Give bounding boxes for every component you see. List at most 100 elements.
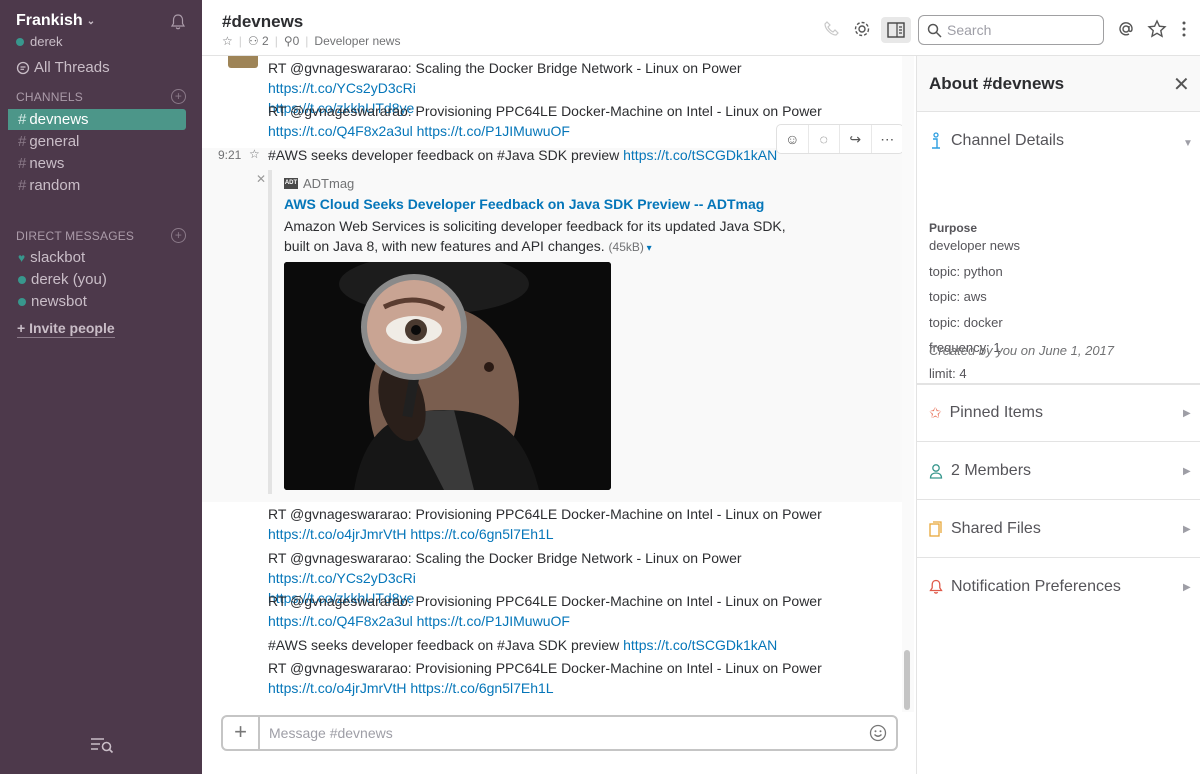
sidebar-item-general[interactable]: # general xyxy=(8,131,186,152)
team-menu[interactable]: Frankish ⌄ xyxy=(16,12,95,30)
message[interactable]: RT @gvnageswararao: Provisioning PPC64LE… xyxy=(268,591,888,631)
magnifying-glass-photo xyxy=(284,262,611,490)
scrollbar-thumb[interactable] xyxy=(904,650,910,710)
attach-file-button[interactable]: + xyxy=(223,717,260,749)
person-icon: ⚇ xyxy=(247,34,259,48)
message-link[interactable]: https://t.co/P1JIMuwuOF xyxy=(417,613,570,629)
notification-section[interactable]: Notification Preferences ▶ xyxy=(917,558,1200,616)
attachment-title[interactable]: AWS Cloud Seeks Developer Feedback on Ja… xyxy=(284,196,764,212)
sidebar: Frankish ⌄ derek All Threads CHANNELS + … xyxy=(0,0,202,774)
message-composer[interactable]: + Message #devnews xyxy=(221,715,898,751)
search-input[interactable]: Search xyxy=(918,15,1104,45)
chevron-down-icon: ⌄ xyxy=(86,15,96,27)
pinned-count[interactable]: ⚲0 xyxy=(284,34,299,48)
channel-label: devnews xyxy=(29,111,89,128)
channel-details-toggle[interactable] xyxy=(881,17,911,43)
message-link[interactable]: https://t.co/YCs2yD3cRi xyxy=(268,570,416,586)
sidebar-item-random[interactable]: # random xyxy=(8,175,186,196)
attachment-image[interactable] xyxy=(284,262,611,490)
scrollbar-track[interactable] xyxy=(902,56,914,712)
star-icon[interactable]: ☆ xyxy=(222,34,233,48)
dm-item-newsbot[interactable]: newsbot xyxy=(18,293,87,310)
add-channel-icon[interactable]: + xyxy=(171,89,186,104)
message-link[interactable]: https://t.co/Q4F8x2a3ul xyxy=(268,613,413,629)
chevron-right-icon[interactable]: ▶ xyxy=(1183,582,1191,593)
topic-line: topic: docker xyxy=(929,315,1003,330)
message[interactable]: #AWS seeks developer feedback on #Java S… xyxy=(268,145,888,165)
member-count[interactable]: ⚇ 2 xyxy=(248,34,269,48)
message-link[interactable]: https://t.co/YCs2yD3cRi xyxy=(268,80,416,96)
avatar[interactable] xyxy=(228,56,258,68)
mentions-icon[interactable] xyxy=(1116,19,1136,39)
message-link[interactable]: https://t.co/o4jrJmrVtH xyxy=(268,526,406,542)
channel-topic[interactable]: Developer news xyxy=(314,34,400,48)
divider: | xyxy=(238,34,242,48)
close-icon[interactable]: ✕ xyxy=(1173,72,1190,97)
message[interactable]: #AWS seeks developer feedback on #Java S… xyxy=(268,635,888,655)
team-name: Frankish xyxy=(16,12,83,29)
dm-header[interactable]: DIRECT MESSAGES + xyxy=(16,228,186,243)
attachment-service: ADT ADTmag xyxy=(284,176,354,191)
person-icon xyxy=(929,464,943,479)
message-timestamp[interactable]: 9:21 xyxy=(218,148,241,162)
message-text: RT @gvnageswararao: Scaling the Docker B… xyxy=(268,60,742,76)
section-label: Notification Preferences xyxy=(951,578,1121,595)
invite-people-link[interactable]: + Invite people xyxy=(17,320,115,338)
purpose-label: Purpose xyxy=(929,221,978,235)
divider: | xyxy=(274,34,278,48)
close-icon[interactable]: ✕ xyxy=(256,172,266,186)
star-icon[interactable] xyxy=(1147,19,1167,39)
chevron-right-icon[interactable]: ▶ xyxy=(1183,524,1191,535)
quick-switcher-icon[interactable] xyxy=(90,736,114,754)
message-list[interactable]: RT @gvnageswararao: Scaling the Docker B… xyxy=(202,56,916,706)
attachment-size: (45kB) xyxy=(608,240,644,254)
more-vertical-icon[interactable] xyxy=(1174,19,1194,39)
phone-icon[interactable] xyxy=(822,19,842,39)
adtmag-logo-icon: ADT xyxy=(284,178,298,189)
message-text: RT @gvnageswararao: Scaling the Docker B… xyxy=(268,550,742,566)
message-link[interactable]: https://t.co/Q4F8x2a3ul xyxy=(268,123,413,139)
message-link[interactable]: https://t.co/tSCGDk1kAN xyxy=(623,637,777,653)
message-link[interactable]: https://t.co/6gn5l7Eh1L xyxy=(410,526,553,542)
channel-meta: ☆ | ⚇ 2 | ⚲0 | Developer news xyxy=(222,34,400,48)
emoji-icon[interactable] xyxy=(869,724,887,742)
all-threads-link[interactable]: All Threads xyxy=(16,59,110,76)
members-section[interactable]: 2 Members ▶ xyxy=(917,442,1200,500)
chevron-down-icon[interactable]: ▼ xyxy=(1183,138,1193,149)
pinned-items-toggle[interactable]: ✩ Pinned Items xyxy=(929,404,1043,422)
shared-files-section[interactable]: Shared Files ▶ xyxy=(917,500,1200,558)
message[interactable]: RT @gvnageswararao: Provisioning PPC64LE… xyxy=(268,504,888,544)
channel-title[interactable]: #devnews xyxy=(222,12,303,32)
dm-item-derek[interactable]: derek (you) xyxy=(18,271,107,288)
hash-icon: # xyxy=(18,155,27,172)
hash-icon: # xyxy=(18,177,27,194)
channel-details-toggle[interactable]: Channel Details xyxy=(929,132,1064,150)
chevron-right-icon[interactable]: ▶ xyxy=(1183,408,1191,419)
collapse-toggle-icon[interactable]: ▾ xyxy=(644,243,652,254)
message-link[interactable]: https://t.co/P1JIMuwuOF xyxy=(417,123,570,139)
chevron-right-icon[interactable]: ▶ xyxy=(1183,466,1191,477)
sidebar-item-devnews[interactable]: # devnews xyxy=(8,109,186,130)
star-message-icon[interactable]: ☆ xyxy=(249,147,260,161)
topic-line: limit: 4 xyxy=(929,366,967,381)
notification-toggle[interactable]: Notification Preferences xyxy=(929,578,1121,596)
message-text: #AWS seeks developer feedback on #Java S… xyxy=(268,637,624,653)
message-link[interactable]: https://t.co/6gn5l7Eh1L xyxy=(410,680,553,696)
bell-icon[interactable] xyxy=(170,14,186,31)
shared-files-toggle[interactable]: Shared Files xyxy=(929,520,1041,538)
message-link[interactable]: https://t.co/tSCGDk1kAN xyxy=(623,147,777,163)
panel-title: About #devnews xyxy=(929,74,1065,93)
search-placeholder: Search xyxy=(947,22,992,38)
sidebar-item-news[interactable]: # news xyxy=(8,153,186,174)
dm-item-slackbot[interactable]: ♥ slackbot xyxy=(18,249,85,266)
channels-header[interactable]: CHANNELS + xyxy=(16,89,186,104)
members-toggle[interactable]: 2 Members xyxy=(929,462,1031,480)
pinned-items-section[interactable]: ✩ Pinned Items ▶ xyxy=(917,384,1200,442)
channel-label: news xyxy=(29,155,65,172)
composer-placeholder: Message #devnews xyxy=(269,725,393,741)
current-user[interactable]: derek xyxy=(16,34,63,49)
message[interactable]: RT @gvnageswararao: Provisioning PPC64LE… xyxy=(268,658,888,698)
gear-icon[interactable] xyxy=(852,19,872,39)
add-dm-icon[interactable]: + xyxy=(171,228,186,243)
message-link[interactable]: https://t.co/o4jrJmrVtH xyxy=(268,680,406,696)
